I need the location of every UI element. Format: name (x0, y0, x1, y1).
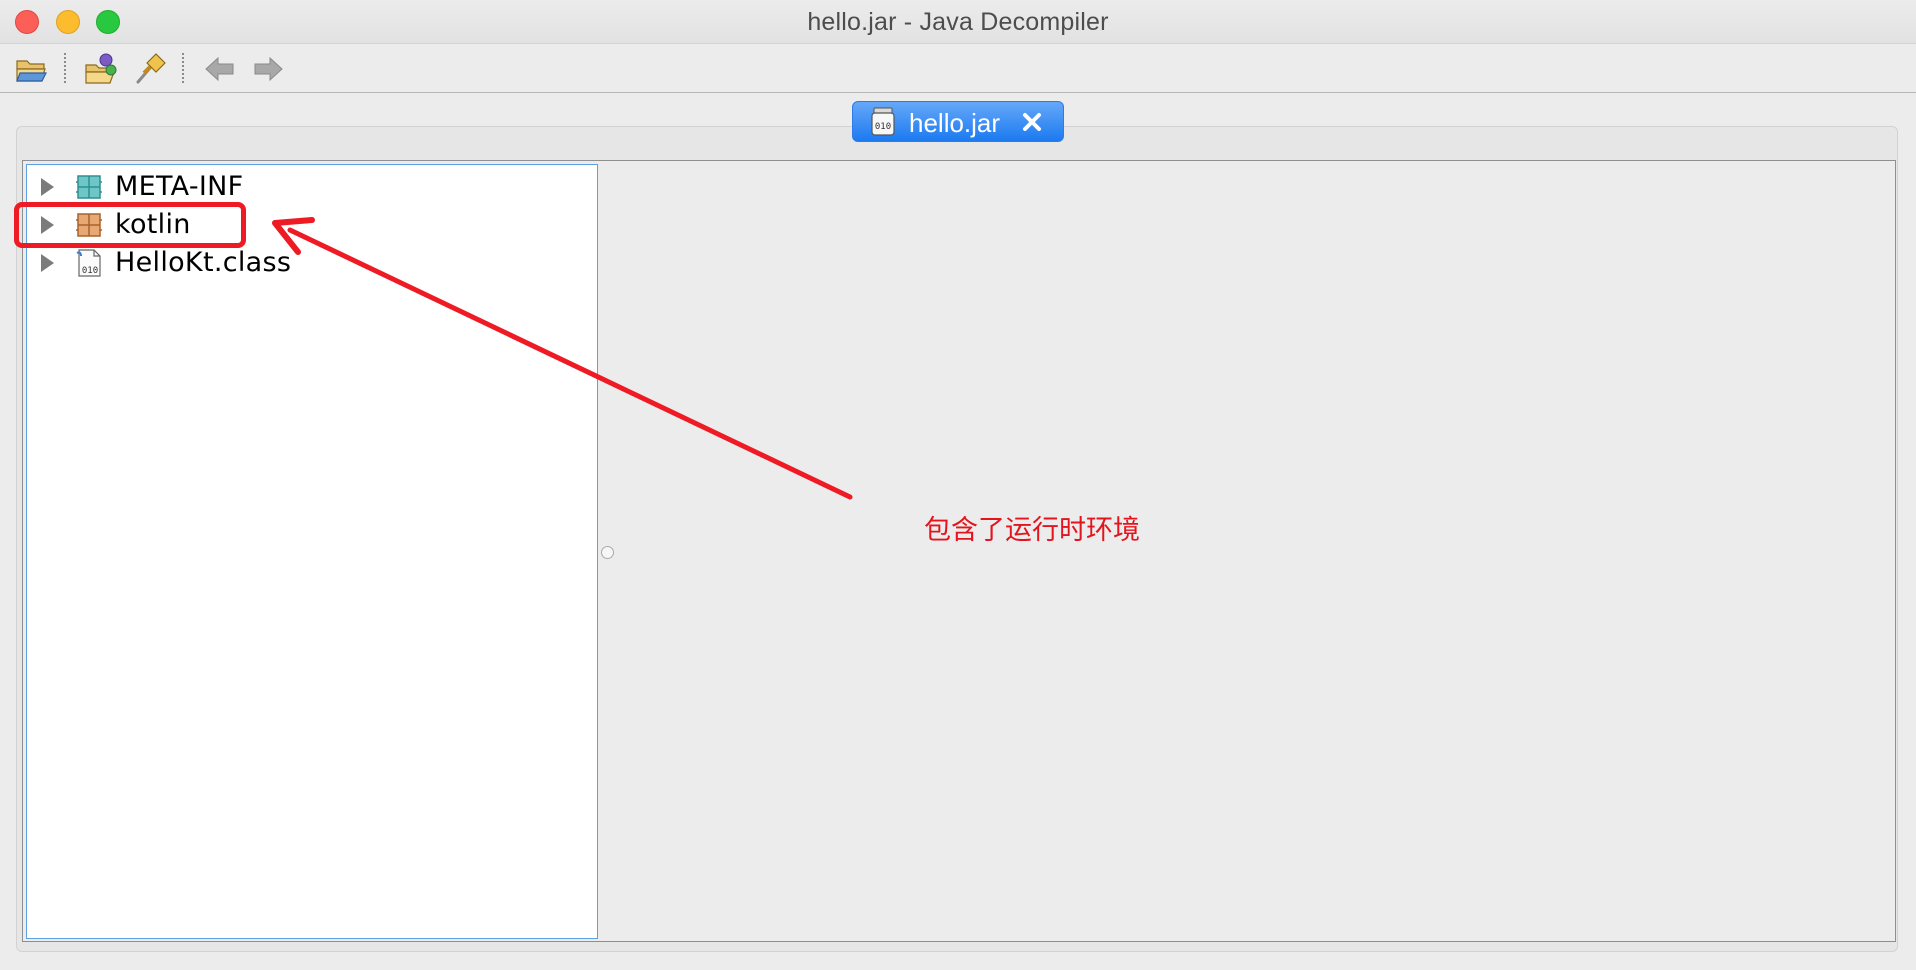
open-type-icon (85, 53, 117, 84)
open-file-icon (16, 60, 47, 82)
annotation-note: 包含了运行时环境 (924, 515, 1140, 546)
class-file-icon: 010 (76, 249, 101, 277)
tab-hello-jar[interactable]: 010 hello.jar (852, 101, 1064, 142)
open-type-button[interactable] (84, 51, 120, 87)
title-bar: hello.jar - Java Decompiler (0, 0, 1916, 44)
toolbar (0, 45, 1916, 93)
expand-arrow-icon[interactable] (41, 254, 54, 272)
package-icon (76, 175, 102, 199)
annotation-highlight-box (14, 202, 246, 248)
forward-arrow-icon (254, 56, 283, 82)
forward-button[interactable] (250, 51, 286, 87)
close-tab-icon[interactable] (1021, 111, 1043, 133)
search-icon (136, 53, 166, 84)
jar-file-icon: 010 (871, 107, 895, 136)
toolbar-separator (182, 53, 184, 83)
back-button[interactable] (202, 51, 238, 87)
expand-arrow-icon[interactable] (41, 178, 54, 196)
search-button[interactable] (132, 51, 168, 87)
back-arrow-icon (205, 56, 234, 82)
svg-text:010: 010 (875, 122, 891, 132)
open-file-button[interactable] (14, 51, 50, 87)
tree-node-hellokt-class[interactable]: 010 HelloKt.class (27, 245, 587, 281)
package-tree[interactable]: META-INF kotlin 010 HelloKt.class (26, 164, 598, 939)
window-title: hello.jar - Java Decompiler (807, 8, 1109, 36)
toolbar-separator (64, 53, 66, 83)
svg-text:010: 010 (82, 266, 98, 276)
tree-node-meta-inf[interactable]: META-INF (27, 169, 587, 205)
split-pane-divider-handle[interactable] (601, 546, 614, 559)
tree-node-label: HelloKt.class (115, 247, 292, 278)
tab-label: hello.jar (909, 108, 1001, 138)
tree-node-label: META-INF (115, 171, 244, 202)
